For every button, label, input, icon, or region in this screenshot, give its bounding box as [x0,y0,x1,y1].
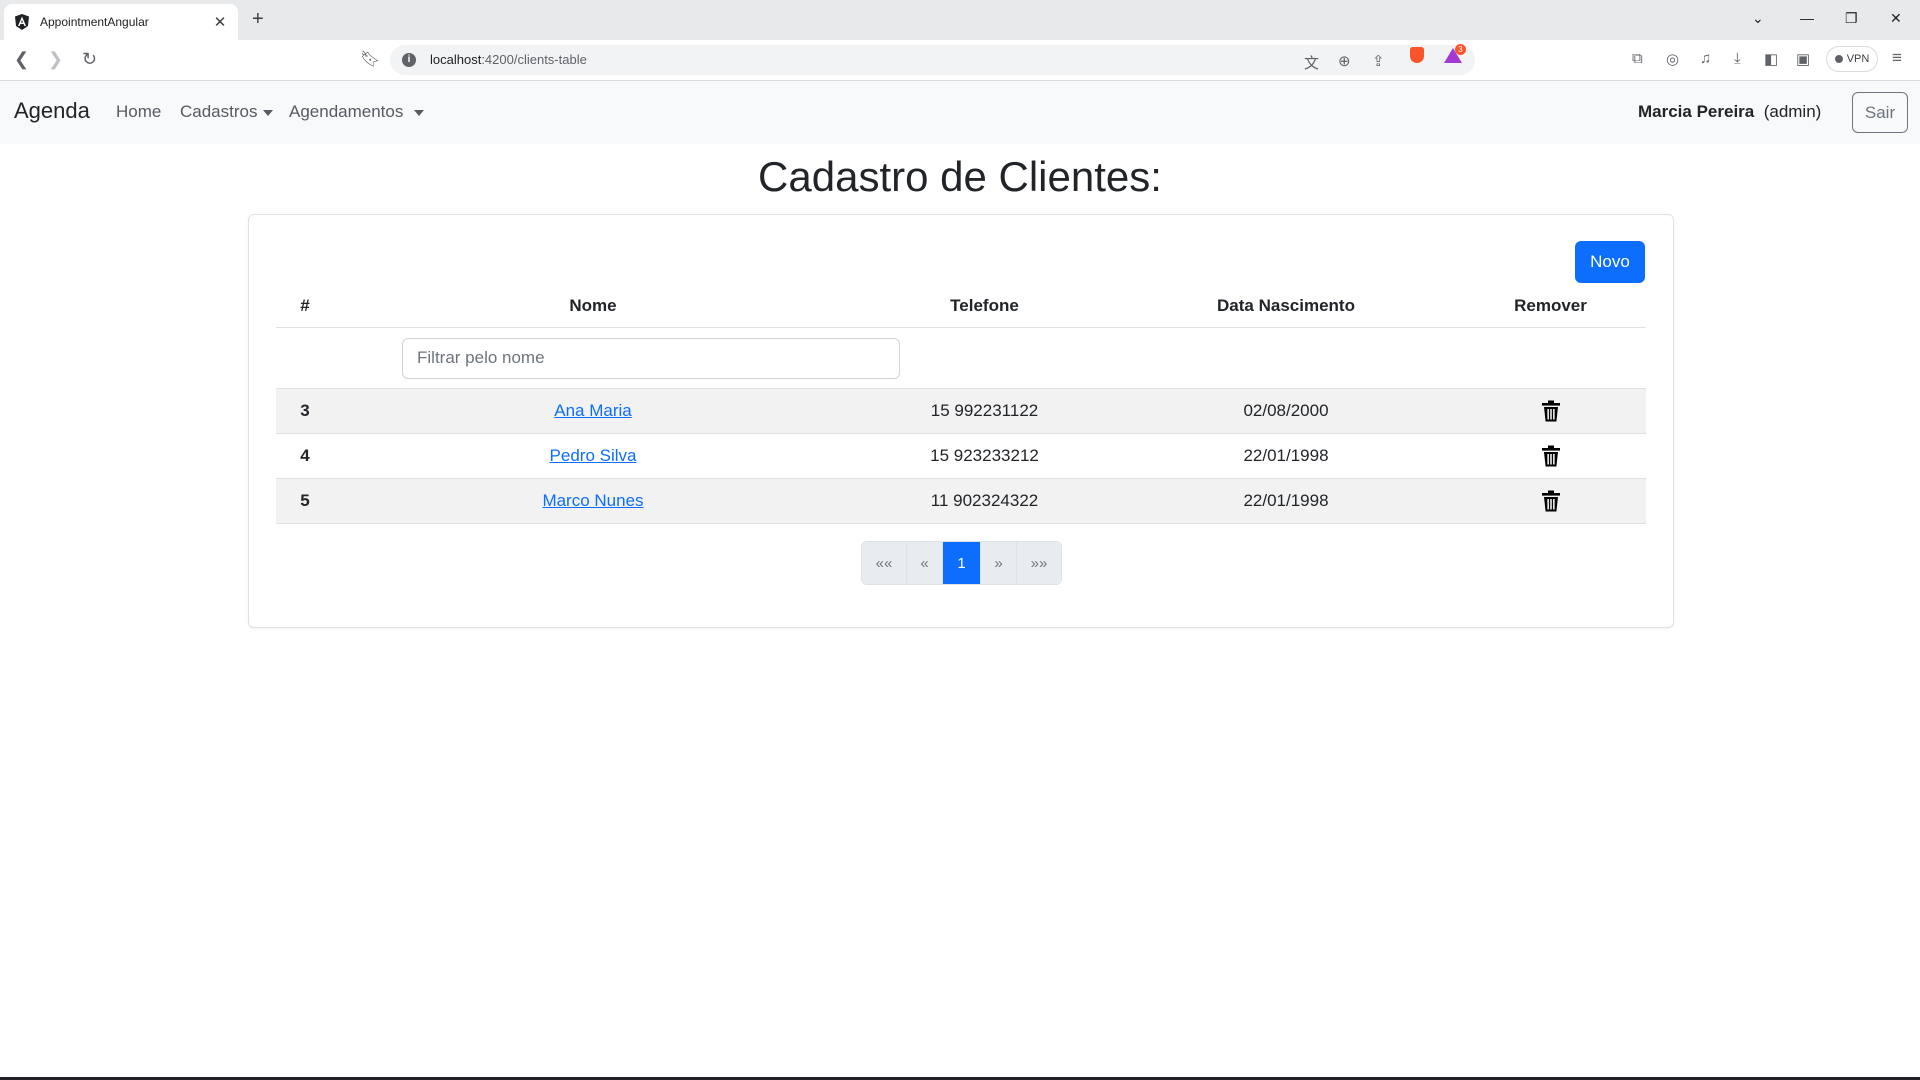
column-header-telefone: Telefone [852,284,1117,328]
pagination: «« « 1 » »» [861,541,1062,585]
reload-icon[interactable]: ↻ [82,49,97,70]
translate-icon[interactable]: 文 [1304,52,1319,73]
table-row: 3 Ana Maria 15 992231122 02/08/2000 [276,388,1646,434]
client-name-link[interactable]: Pedro Silva [550,446,637,465]
zoom-icon[interactable]: ⊕ [1338,52,1351,70]
cell-remove [1455,478,1646,524]
nav-dropdown-agendamentos[interactable]: Agendamentos [289,102,425,122]
new-client-button[interactable]: Novo [1575,241,1645,283]
page-last-button[interactable]: »» [1017,542,1061,584]
leo-icon[interactable]: ◎ [1666,50,1679,68]
filter-spacer [276,327,334,389]
page-next-button[interactable]: » [981,542,1017,584]
url-host: localhost [430,52,482,67]
page-current-button[interactable]: 1 [943,542,981,584]
user-role: (admin) [1763,102,1822,121]
brave-shields-icon[interactable] [1410,47,1424,63]
tab-search-icon[interactable]: ⌄ [1752,10,1764,27]
address-bar[interactable]: i localhost:4200/clients-table 文 ⊕ ⇪ [390,45,1475,75]
vpn-button[interactable]: VPN [1826,46,1878,72]
extensions-icon[interactable]: ⧉ [1632,50,1643,67]
app-navbar: Agenda Home Cadastros Agendamentos Marci… [0,81,1920,144]
trash-icon[interactable] [1541,490,1561,512]
clients-table: # Nome Telefone Data Nascimento Remover … [276,284,1646,524]
cell-phone: 15 992231122 [852,388,1117,434]
forward-icon[interactable]: ❯ [48,49,63,70]
name-filter-input[interactable] [402,337,900,379]
menu-icon[interactable]: ≡ [1892,48,1902,68]
vpn-status-icon [1834,55,1843,63]
column-header-id: # [276,284,334,328]
cell-phone: 11 902324322 [852,478,1117,524]
download-icon[interactable]: ⤓ [1734,50,1741,67]
cell-birth-date: 02/08/2000 [1117,388,1455,434]
bookmark-icon[interactable]: 🔖︎ [360,49,380,69]
browser-tab-bar: AppointmentAngular ✕ + ⌄ — ❐ ✕ [0,0,1920,40]
vpn-label: VPN [1846,53,1870,65]
cell-remove [1455,388,1646,434]
url-path: :4200/clients-table [481,52,587,67]
cell-name: Marco Nunes [334,478,852,524]
rewards-badge: 3 [1455,44,1466,55]
page-prev-button[interactable]: « [907,542,943,584]
new-tab-icon[interactable]: + [252,8,264,31]
user-info: Marcia Pereira (admin) [1638,102,1821,122]
table-row: 4 Pedro Silva 15 923233212 22/01/1998 [276,433,1646,479]
nav-dropdown-agendamentos-label: Agendamentos [289,102,404,121]
restore-icon[interactable]: ❐ [1845,10,1858,27]
logout-button[interactable]: Sair [1852,92,1908,133]
nav-dropdown-cadastros-label: Cadastros [180,102,258,121]
client-name-link[interactable]: Marco Nunes [542,491,643,510]
column-header-data-nascimento: Data Nascimento [1117,284,1455,328]
cell-birth-date: 22/01/1998 [1117,478,1455,524]
trash-icon[interactable] [1541,400,1561,422]
user-name: Marcia Pereira [1638,102,1755,121]
chevron-down-icon [414,109,425,116]
tab-close-icon[interactable]: ✕ [212,13,228,31]
page-title: Cadastro de Clientes: [758,153,1162,200]
browser-toolbar: ❮ ❯ ↻ 🔖︎ i localhost:4200/clients-table … [0,40,1920,81]
table-header-row: # Nome Telefone Data Nascimento Remover [276,284,1646,328]
nav-link-home[interactable]: Home [116,102,161,122]
window-close-icon[interactable]: ✕ [1890,10,1902,27]
chevron-down-icon [263,109,274,116]
cell-id: 5 [276,478,334,524]
site-info-icon[interactable]: i [402,53,416,67]
wallet-icon[interactable]: ▣ [1796,50,1810,68]
share-icon[interactable]: ⇪ [1372,52,1385,70]
navbar-brand[interactable]: Agenda [14,98,90,124]
nav-dropdown-cadastros[interactable]: Cadastros [180,102,274,122]
client-name-link[interactable]: Ana Maria [554,401,631,420]
media-icon[interactable]: ♫ [1700,50,1711,67]
table-row: 5 Marco Nunes 11 902324322 22/01/1998 [276,478,1646,524]
cell-phone: 15 923233212 [852,433,1117,479]
cell-name: Ana Maria [334,388,852,434]
column-header-nome: Nome [334,284,852,328]
back-icon[interactable]: ❮ [14,49,29,70]
cell-id: 3 [276,388,334,434]
url-text[interactable]: localhost:4200/clients-table [430,52,587,67]
cell-birth-date: 22/01/1998 [1117,433,1455,479]
browser-tab[interactable]: AppointmentAngular ✕ [4,4,238,40]
filter-row [276,327,1646,389]
sidebar-icon[interactable]: ◧ [1764,50,1778,68]
tab-title: AppointmentAngular [40,15,149,29]
column-header-remover: Remover [1455,284,1646,328]
filter-cell [334,327,1646,389]
cell-id: 4 [276,433,334,479]
angular-icon [15,14,29,30]
minimize-icon[interactable]: — [1800,10,1814,26]
cell-name: Pedro Silva [334,433,852,479]
cell-remove [1455,433,1646,479]
trash-icon[interactable] [1541,445,1561,467]
page-first-button[interactable]: «« [862,542,907,584]
